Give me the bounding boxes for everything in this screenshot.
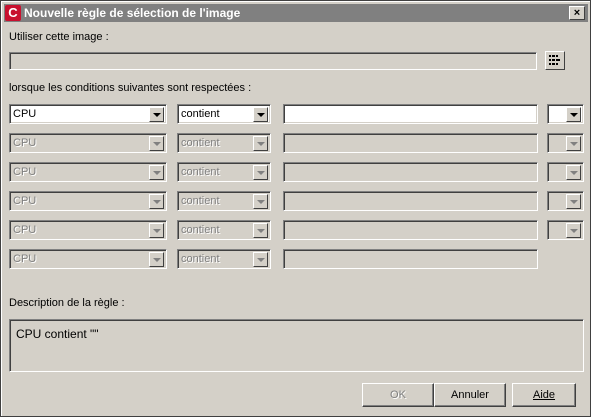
chevron-down-icon[interactable] (149, 136, 164, 151)
condition-operator-select[interactable]: contient (177, 249, 271, 269)
title-bar[interactable]: C Nouvelle règle de sélection de l'image… (4, 4, 588, 22)
condition-field-value: CPU (13, 224, 37, 236)
condition-field-select[interactable]: CPU (9, 191, 167, 211)
condition-field-select[interactable]: CPU (9, 104, 167, 124)
conditions-label: lorsque les conditions suivantes sont re… (9, 82, 252, 94)
rule-description-box: CPU contient "" (9, 319, 584, 372)
condition-field-value: CPU (13, 166, 37, 178)
condition-value-input[interactable] (283, 249, 538, 269)
chevron-down-icon[interactable] (149, 107, 164, 122)
chevron-down-icon[interactable] (566, 223, 581, 238)
condition-operator-value: contient (181, 166, 220, 178)
ok-button[interactable]: OK (362, 383, 434, 407)
condition-operator-select[interactable]: contient (177, 133, 271, 153)
condition-field-value: CPU (13, 137, 37, 149)
help-button-label: Aide (532, 389, 556, 401)
condition-operator-value: contient (181, 253, 220, 265)
condition-operator-value: contient (181, 108, 220, 120)
chevron-down-icon[interactable] (253, 223, 268, 238)
condition-field-select[interactable]: CPU (9, 220, 167, 240)
condition-connector-select[interactable] (547, 104, 584, 124)
chevron-down-icon[interactable] (253, 107, 268, 122)
chevron-down-icon[interactable] (566, 165, 581, 180)
condition-value-input[interactable] (283, 220, 538, 240)
chevron-down-icon[interactable] (149, 252, 164, 267)
browse-list-icon (549, 55, 560, 65)
browse-button[interactable] (545, 51, 565, 70)
condition-connector-select[interactable] (547, 162, 584, 182)
chevron-down-icon[interactable] (149, 165, 164, 180)
image-path-field[interactable] (9, 52, 537, 70)
close-button[interactable]: × (569, 6, 585, 20)
condition-connector-select[interactable] (547, 191, 584, 211)
condition-operator-select[interactable]: contient (177, 162, 271, 182)
image-label: Utiliser cette image : (9, 31, 109, 43)
condition-field-select[interactable]: CPU (9, 162, 167, 182)
chevron-down-icon[interactable] (566, 136, 581, 151)
condition-operator-select[interactable]: contient (177, 191, 271, 211)
condition-operator-value: contient (181, 195, 220, 207)
app-logo-icon: C (5, 5, 21, 21)
dialog-title: Nouvelle règle de sélection de l'image (24, 6, 241, 20)
condition-value-input[interactable] (283, 191, 538, 211)
condition-connector-select[interactable] (547, 133, 584, 153)
condition-value-input[interactable] (283, 133, 538, 153)
description-label: Description de la règle : (9, 297, 125, 309)
condition-connector-select[interactable] (547, 220, 584, 240)
chevron-down-icon[interactable] (566, 194, 581, 209)
chevron-down-icon[interactable] (253, 165, 268, 180)
cancel-button[interactable]: Annuler (434, 383, 506, 407)
chevron-down-icon[interactable] (253, 252, 268, 267)
chevron-down-icon[interactable] (253, 194, 268, 209)
condition-field-value: CPU (13, 108, 37, 120)
dialog-window: C Nouvelle règle de sélection de l'image… (0, 0, 591, 417)
chevron-down-icon[interactable] (566, 107, 581, 122)
help-button[interactable]: Aide (512, 383, 576, 407)
condition-field-value: CPU (13, 195, 37, 207)
condition-value-input[interactable] (283, 104, 538, 124)
rule-description-text: CPU contient "" (16, 327, 99, 341)
chevron-down-icon[interactable] (149, 194, 164, 209)
condition-operator-value: contient (181, 224, 220, 236)
condition-field-value: CPU (13, 253, 37, 265)
condition-operator-select[interactable]: contient (177, 220, 271, 240)
condition-operator-value: contient (181, 137, 220, 149)
condition-operator-select[interactable]: contient (177, 104, 271, 124)
condition-field-select[interactable]: CPU (9, 133, 167, 153)
chevron-down-icon[interactable] (149, 223, 164, 238)
condition-value-input[interactable] (283, 162, 538, 182)
chevron-down-icon[interactable] (253, 136, 268, 151)
condition-field-select[interactable]: CPU (9, 249, 167, 269)
